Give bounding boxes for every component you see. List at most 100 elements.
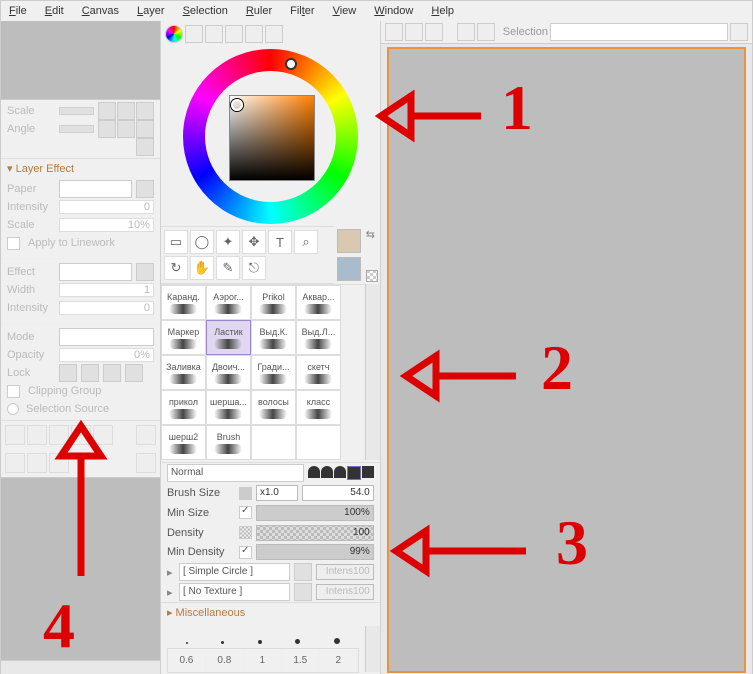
new-linework-icon[interactable]: [27, 425, 47, 445]
density-pressure-toggle[interactable]: [239, 526, 252, 539]
size-preset-scrollbar[interactable]: [365, 626, 380, 672]
zoom-fit-button[interactable]: [117, 102, 135, 120]
show-selection-icon[interactable]: [425, 23, 443, 41]
misc-header[interactable]: Miscellaneous: [161, 602, 380, 622]
min-size-value[interactable]: 100%: [256, 505, 374, 521]
effect-select[interactable]: [59, 263, 132, 281]
clipping-group-checkbox[interactable]: [7, 385, 20, 398]
angle-slider[interactable]: [59, 125, 94, 133]
brush-scrollbar[interactable]: [365, 284, 380, 460]
rgb-slider-mode-icon[interactable]: [185, 25, 203, 43]
tip-shape-4[interactable]: [347, 466, 361, 480]
blend-mode-select[interactable]: Normal: [167, 464, 304, 482]
move-tool[interactable]: ✥: [242, 230, 266, 254]
brush-Brush[interactable]: Brush: [206, 425, 251, 460]
lock-pixel-icon[interactable]: [81, 364, 99, 382]
brush-прикол[interactable]: прикол: [161, 390, 206, 425]
zoom-in-button[interactable]: [136, 102, 154, 120]
selection-mode-icon[interactable]: [477, 23, 495, 41]
mode-select[interactable]: [59, 328, 154, 346]
intensity-input[interactable]: 0: [59, 200, 154, 214]
change-color-tool[interactable]: ⎋: [242, 256, 266, 280]
brush-Заливка[interactable]: Заливка: [161, 355, 206, 390]
menu-filter[interactable]: Filter: [290, 5, 314, 17]
size-preset-1.5[interactable]: 1.5: [282, 649, 320, 672]
hsv-slider-mode-icon[interactable]: [205, 25, 223, 43]
brush-волосы[interactable]: волосы: [251, 390, 296, 425]
transparent-color-icon[interactable]: [366, 270, 378, 282]
scale2-input[interactable]: 10%: [59, 218, 154, 232]
brush-Аквар...[interactable]: Аквар...: [296, 285, 341, 320]
hue-picker-dot[interactable]: [285, 58, 297, 70]
opacity-input[interactable]: 0%: [59, 348, 154, 362]
width-input[interactable]: 1: [59, 283, 154, 297]
navigator-preview[interactable]: [1, 21, 160, 100]
rotate-tool[interactable]: ↻: [164, 256, 188, 280]
tip-shape-3[interactable]: [334, 466, 346, 478]
zoom-out-button[interactable]: [98, 102, 116, 120]
lock-move-icon[interactable]: [103, 364, 121, 382]
effect-browse-button[interactable]: [136, 263, 154, 281]
apply-linework-checkbox[interactable]: [7, 237, 20, 250]
density-value[interactable]: 100: [256, 525, 374, 541]
menu-selection[interactable]: Selection: [183, 5, 228, 17]
brush-скетч[interactable]: скетч: [296, 355, 341, 390]
brush-Аэрог...[interactable]: Аэрог...: [206, 285, 251, 320]
shape-browse-button[interactable]: [294, 563, 312, 581]
brush-шерша...[interactable]: шерша...: [206, 390, 251, 425]
brush-Гради...[interactable]: Гради...: [251, 355, 296, 390]
selection-next-icon[interactable]: [730, 23, 748, 41]
menu-layer[interactable]: Layer: [137, 5, 165, 17]
menu-ruler[interactable]: Ruler: [246, 5, 272, 17]
shape-expand-icon[interactable]: ▸: [167, 566, 175, 579]
tip-shape-2[interactable]: [321, 466, 333, 478]
lock-none-icon[interactable]: [59, 364, 77, 382]
lasso-tool[interactable]: ◯: [190, 230, 214, 254]
brush-Каранд.[interactable]: Каранд.: [161, 285, 206, 320]
zoom-tool[interactable]: ⌕: [294, 230, 318, 254]
canvas[interactable]: [387, 47, 746, 673]
size-preset-table[interactable]: 0.60.811.52: [167, 648, 359, 673]
hand-tool[interactable]: ✋: [190, 256, 214, 280]
layer-effect-header[interactable]: Layer Effect: [1, 158, 160, 178]
size-preset-0.8[interactable]: 0.8: [206, 649, 244, 672]
intensity2-input[interactable]: 0: [59, 301, 154, 315]
clear-icon[interactable]: [93, 425, 113, 445]
brush-шерш2[interactable]: шерш2: [161, 425, 206, 460]
selection-source-radio[interactable]: [7, 403, 19, 415]
menu-window[interactable]: Window: [374, 5, 413, 17]
swatches-mode-icon[interactable]: [245, 25, 263, 43]
color-wheel[interactable]: [183, 49, 358, 220]
scratchpad-mode-icon[interactable]: [265, 25, 283, 43]
rect-select-tool[interactable]: ▭: [164, 230, 188, 254]
layer-scroll[interactable]: [1, 660, 160, 674]
merge-down-icon[interactable]: [136, 425, 156, 445]
size-preset-0.6[interactable]: 0.6: [168, 649, 206, 672]
mask-icon[interactable]: [71, 425, 91, 445]
tip-shape-1[interactable]: [308, 466, 320, 478]
rotate-ccw-button[interactable]: [98, 120, 116, 138]
swap-colors-icon[interactable]: ⇆: [366, 228, 378, 241]
invert-selection-icon[interactable]: [405, 23, 423, 41]
brush-Двоич...[interactable]: Двоич...: [206, 355, 251, 390]
min-size-pressure-toggle[interactable]: [239, 506, 252, 519]
delete-layer-icon[interactable]: [49, 453, 69, 473]
brush-shape-select[interactable]: [ Simple Circle ]: [179, 563, 290, 581]
size-preset-2[interactable]: 2: [320, 649, 358, 672]
size-preset-1[interactable]: 1: [244, 649, 282, 672]
menu-view[interactable]: View: [333, 5, 357, 17]
brush-Prikol[interactable]: Prikol: [251, 285, 296, 320]
menu-canvas[interactable]: Canvas: [82, 5, 119, 17]
deselect-icon[interactable]: [385, 23, 403, 41]
transfer-down-icon[interactable]: [5, 453, 25, 473]
lock-all-icon[interactable]: [125, 364, 143, 382]
texture-expand-icon[interactable]: ▸: [167, 586, 175, 599]
brush-Маркер[interactable]: Маркер: [161, 320, 206, 355]
flip-h-button[interactable]: [136, 138, 154, 156]
fg-color-swatch[interactable]: [337, 229, 361, 253]
menu-help[interactable]: Help: [431, 5, 454, 17]
brush-size-pressure-toggle[interactable]: [239, 487, 252, 500]
eyedropper-tool[interactable]: ✎: [216, 256, 240, 280]
layer-list[interactable]: [1, 477, 160, 660]
brush-size-mult[interactable]: x1.0: [256, 485, 298, 501]
